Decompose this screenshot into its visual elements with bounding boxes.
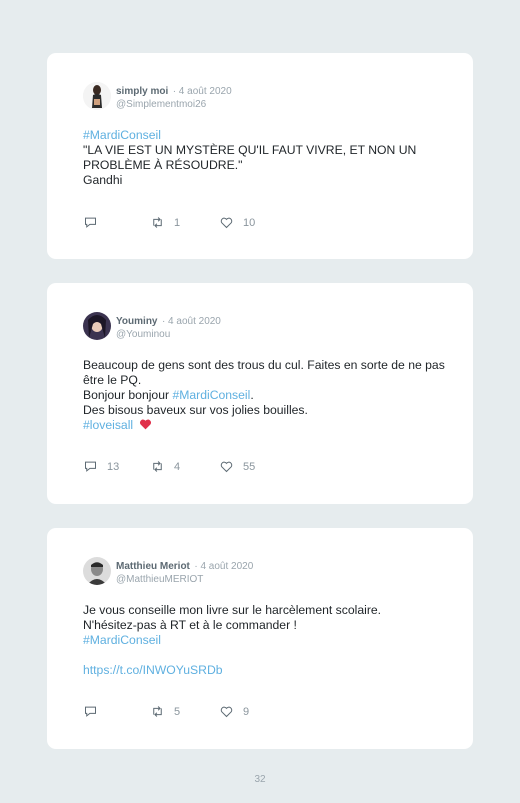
- author-name[interactable]: simply moi: [116, 86, 168, 97]
- reply-button[interactable]: 13: [83, 459, 119, 474]
- tweet-text: Beaucoup de gens sont des trous du cul. …: [83, 358, 448, 433]
- tweet-line: Je vous conseille mon livre sur le harcè…: [83, 603, 382, 617]
- tweet-card-2: Youminy · 4 août 2020 @Youminou Beaucoup…: [47, 283, 473, 504]
- hashtag-link[interactable]: #MardiConseil: [83, 633, 448, 648]
- retweet-icon: [153, 461, 162, 472]
- like-count: 9: [243, 705, 250, 718]
- tweet-date[interactable]: · 4 août 2020: [162, 316, 221, 327]
- retweet-count: 5: [174, 705, 181, 718]
- avatar[interactable]: [83, 312, 111, 340]
- reply-count: 13: [107, 460, 120, 473]
- reply-icon: [85, 461, 96, 472]
- avatar[interactable]: [83, 82, 111, 110]
- tweet-text-segment: Bonjour bonjour: [83, 388, 173, 402]
- tweet-card-3: Matthieu Meriot · 4 août 2020 @MatthieuM…: [47, 528, 473, 749]
- reply-button[interactable]: [83, 215, 107, 230]
- tweet-text: Je vous conseille mon livre sur le harcè…: [83, 603, 448, 678]
- hashtag-link[interactable]: #loveisall: [83, 418, 133, 432]
- tweet-text: #MardiConseil "LA VIE EST UN MYSTÈRE QU'…: [83, 128, 448, 188]
- retweet-icon: [153, 706, 162, 717]
- like-button[interactable]: 10: [219, 215, 255, 230]
- avatar-image: [83, 82, 111, 110]
- avatar-image: [83, 312, 111, 340]
- reply-icon: [85, 217, 96, 228]
- avatar[interactable]: [83, 557, 111, 585]
- like-count: 55: [243, 460, 256, 473]
- tweet-line: #loveisall: [83, 418, 448, 433]
- retweet-count: 1: [174, 216, 181, 229]
- retweet-button[interactable]: 5: [150, 704, 180, 719]
- tweet-line: Gandhi: [83, 173, 123, 187]
- red-heart-emoji-icon: [139, 419, 151, 430]
- retweet-count: 4: [174, 460, 181, 473]
- tweet-line: N'hésitez-pas à RT et à le commander !: [83, 618, 297, 632]
- tweet-line: "LA VIE EST UN MYSTÈRE QU'IL FAUT VIVRE,…: [83, 143, 417, 172]
- hashtag-link[interactable]: #MardiConseil: [83, 128, 448, 143]
- hashtag-link[interactable]: #MardiConseil: [172, 388, 250, 402]
- like-button[interactable]: 55: [219, 459, 255, 474]
- tweet-line: Bonjour bonjour #MardiConseil.: [83, 388, 448, 403]
- author-handle[interactable]: @Simplementmoi26: [116, 98, 232, 111]
- tweet-card-1: simply moi · 4 août 2020 @Simplementmoi2…: [47, 53, 473, 259]
- retweet-button[interactable]: 4: [150, 459, 180, 474]
- like-icon: [220, 217, 233, 229]
- page-number: 32: [254, 774, 266, 785]
- reply-button[interactable]: [83, 704, 107, 719]
- like-icon: [220, 706, 233, 718]
- like-icon: [220, 461, 233, 473]
- tweet-date[interactable]: · 4 août 2020: [173, 86, 232, 97]
- retweet-button[interactable]: 1: [150, 215, 180, 230]
- author-name[interactable]: Youminy: [116, 316, 157, 327]
- retweet-icon: [153, 217, 162, 228]
- like-count: 10: [243, 216, 256, 229]
- reply-icon: [85, 706, 96, 717]
- author-handle[interactable]: @MatthieuMERIOT: [116, 573, 253, 586]
- author-handle[interactable]: @Youminou: [116, 328, 221, 341]
- tweet-text-segment: .: [250, 388, 254, 402]
- tweet-line: Beaucoup de gens sont des trous du cul. …: [83, 358, 445, 387]
- url-link[interactable]: https://t.co/INWOYuSRDb: [83, 663, 448, 678]
- author-name[interactable]: Matthieu Meriot: [116, 561, 190, 572]
- tweet-date[interactable]: · 4 août 2020: [194, 561, 253, 572]
- tweet-line: Des bisous baveux sur vos jolies bouille…: [83, 403, 308, 417]
- avatar-image: [83, 557, 111, 585]
- like-button[interactable]: 9: [219, 704, 249, 719]
